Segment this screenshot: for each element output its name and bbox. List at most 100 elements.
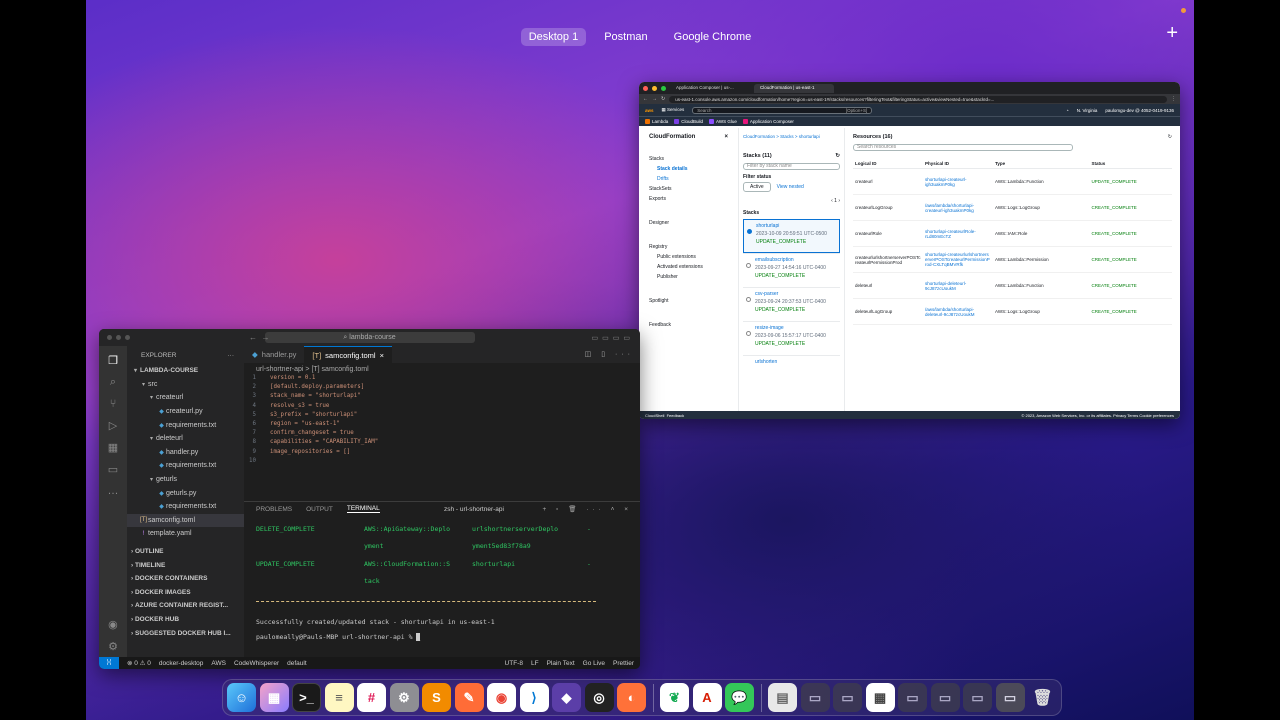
minimized-window-icon[interactable]: ▭ [800,683,830,712]
account-menu[interactable]: paulomgu-dev @ 4052-0419-9136 [1105,108,1174,113]
status-language[interactable]: Plain Text [547,660,575,667]
tree-file[interactable]: ◆ requirements.txt [127,418,244,432]
fav-app-composer[interactable]: Application Composer [742,119,794,124]
breadcrumb[interactable]: CloudFormation > Stacks > shorturlapi [743,134,840,139]
tree-folder[interactable]: ▾ createurl [127,391,244,405]
editor-breadcrumb[interactable]: url-shortner-api > [T] samconfig.toml [244,363,640,375]
panel-actions-icons[interactable]: + ▫ 🗑 ··· ˄ × [543,505,632,513]
system-settings-icon[interactable]: ⚙ [389,683,419,712]
settings-gear-icon[interactable]: ⚙ [108,640,118,653]
stack-item[interactable]: csv-parser 2023-09-24 20:37:53 UTC-0400 UP… [743,287,840,321]
filter-status-select[interactable]: Active [743,182,771,192]
messages-icon[interactable]: 💬 [725,683,754,712]
aws-search-input[interactable]: Search [Option+S] [692,106,873,114]
terminal-prompt[interactable]: paulomeally@Pauls-MBP url-shortner-api %… [256,633,628,641]
layout-toggle-icons[interactable]: ▭▭▭▭ [592,334,634,342]
editor-actions-icons[interactable]: ◫ ▯ ··· [585,350,634,358]
nav-drifts[interactable]: Drifts [649,176,728,182]
add-space-icon[interactable]: + [1166,22,1178,45]
services-menu-icon[interactable]: ▦ Services [662,107,685,113]
back-icon[interactable]: ← [643,96,648,102]
close-window-icon[interactable] [643,85,648,91]
minimized-window-icon[interactable]: ▭ [995,683,1025,712]
slack-icon[interactable]: # [357,683,386,712]
fav-glue[interactable]: AWS Glue [709,119,737,124]
maximize-window-icon[interactable] [125,335,130,340]
section-docker-containers[interactable]: › DOCKER CONTAINERS [127,572,244,586]
obsidian-icon[interactable]: ◆ [552,683,581,712]
status-codewhisperer[interactable]: CodeWhisperer [234,660,279,667]
address-bar[interactable]: us-east-1.console.aws.amazon.com/cloudfo… [669,95,1167,103]
tree-file[interactable]: ◆ handler.py [127,446,244,460]
source-control-icon[interactable]: ⑂ [110,398,117,410]
col-logical-id[interactable]: Logical ID [853,159,923,169]
stack-item[interactable]: resize-image 2023-09-06 15:57:17 UTC-0400… [743,321,840,355]
status-aws[interactable]: AWS [211,660,226,667]
pagination[interactable]: ‹ 1 › [743,198,840,204]
tab-problems[interactable]: PROBLEMS [256,506,292,513]
fav-lambda[interactable]: Lambda [645,119,668,124]
feedback-link[interactable]: Feedback [667,413,685,418]
status-docker[interactable]: docker-desktop [159,660,203,667]
tree-file[interactable]: ◆ requirements.txt [127,459,244,473]
close-tab-icon[interactable]: × [380,351,384,360]
vscode-icon[interactable]: ⟩ [519,683,549,712]
tree-file[interactable]: ◆ createurl.py [127,405,244,419]
close-window-icon[interactable] [107,335,112,340]
remote-explorer-icon[interactable]: ▭ [108,463,118,476]
terminal-selector[interactable]: zsh - url-shortner-api [444,506,504,513]
terminal-icon[interactable]: >_ [292,683,321,712]
minimized-window-icon[interactable]: ▭ [833,683,862,712]
finder-icon[interactable]: ☺ [227,683,256,712]
nav-spotlight[interactable]: Spotlight [649,298,728,304]
tab-handler-py[interactable]: ◆ handler.py [244,346,304,363]
status-encoding[interactable]: UTF-8 [505,660,523,667]
browser-tab-active[interactable]: CloudFormation | us-east-1 [754,83,834,93]
firefox-icon[interactable]: ◐ [617,683,646,712]
account-icon[interactable]: ◉ [108,618,118,631]
nav-designer[interactable]: Designer [649,220,728,226]
status-go-live[interactable]: Go Live [583,660,605,667]
nav-stack-details[interactable]: Stack details [649,166,728,172]
physical-id-link[interactable]: shorturlapi-deleteurl-9cJ87zcUoukM [923,272,993,299]
minimized-window-icon[interactable]: ▭ [963,683,992,712]
col-physical-id[interactable]: Physical ID [923,159,993,169]
more-icon[interactable]: … [108,485,119,497]
preview-icon[interactable]: ▦ [865,683,895,712]
forward-icon[interactable]: → [652,96,657,102]
nav-arrows-icon[interactable]: ← → [249,333,269,342]
sublime-text-icon[interactable]: S [422,683,451,712]
stack-filter-input[interactable]: Filter by stack name [743,163,840,170]
reload-icon[interactable]: ↻ [661,96,665,102]
nav-stacks[interactable]: Stacks [649,156,728,162]
nav-public-extensions[interactable]: Public extensions [649,254,728,260]
document-icon[interactable]: ▤ [768,683,797,712]
github-icon[interactable]: ◎ [584,683,614,712]
close-nav-icon[interactable]: × [724,134,728,140]
refresh-icon[interactable]: ↻ [835,153,840,159]
nav-registry[interactable]: Registry [649,244,728,250]
launchpad-icon[interactable]: ▦ [259,683,289,712]
resources-refresh-icon[interactable]: ↻ [1168,134,1172,140]
tab-samconfig-toml[interactable]: [T] samconfig.toml × [304,346,392,363]
cloudshell-link[interactable]: CloudShell [645,413,664,418]
nav-exports[interactable]: Exports [649,196,728,202]
status-eol[interactable]: LF [531,660,539,667]
physical-id-link[interactable]: shorturlapi-createurlurlshortnerserverPO… [923,246,993,273]
fav-cloudbuild[interactable]: CloudBuild [674,119,703,124]
run-debug-icon[interactable]: ▷ [109,419,117,432]
tree-folder[interactable]: ▾ deleteurl [127,432,244,446]
terminal-output[interactable]: DELETE_COMPLETE AWS::ApiGateway::Deplo url… [244,516,640,645]
minimized-window-icon[interactable]: ▭ [930,683,960,712]
notes-icon[interactable]: ≡ [324,683,354,712]
status-problems[interactable]: ⊗ 0 ⚠ 0 [127,659,151,667]
section-timeline[interactable]: › TIMELINE [127,558,244,572]
section-docker-images[interactable]: › DOCKER IMAGES [127,586,244,600]
col-type[interactable]: Type [993,159,1090,169]
tab-output[interactable]: OUTPUT [306,506,333,513]
aws-logo-icon[interactable]: aws [645,108,654,113]
physical-id-link[interactable]: shorturlapi-createurl-igh3uakmP0kg [923,168,993,195]
minimize-window-icon[interactable] [116,335,121,340]
tree-file[interactable]: ! template.yaml [127,527,244,541]
bell-icon[interactable]: ◔ [1066,108,1069,113]
